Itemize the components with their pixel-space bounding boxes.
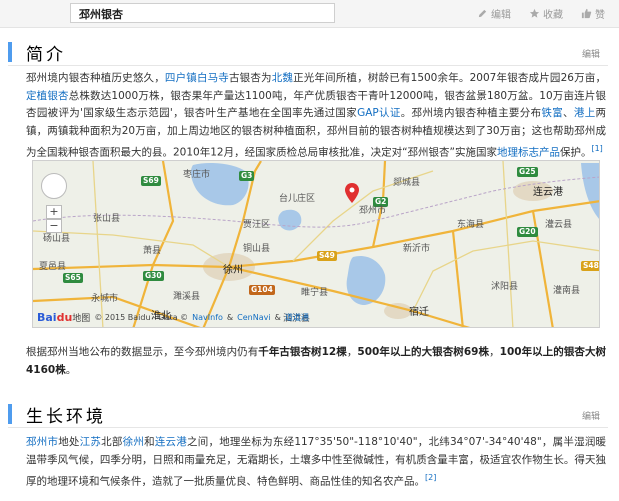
baidu-map-logo[interactable]: Baidu地图 [37, 311, 90, 324]
map-place-label: 沭阳县 [491, 282, 519, 292]
map-place-label: 萧县 [143, 246, 162, 256]
map-place-label: 铜山县 [243, 244, 271, 254]
star-icon [529, 8, 540, 18]
map-place-label: 枣庄市 [183, 170, 211, 180]
section-marker [8, 404, 12, 424]
map-attribution: Baidu地图 © 2015 Baidu - Data © NavInfo & … [37, 311, 309, 324]
intro-paragraph-2: 根据邳州当地公布的数据显示，至今邳州境内仍有千年古银杏树12棵，500年以上的大… [26, 346, 607, 376]
section-divider [8, 65, 608, 66]
map-place-label: 邳州市 [359, 206, 387, 216]
pencil-icon [478, 9, 487, 18]
like-button[interactable]: 赞 [581, 6, 605, 21]
link-gap[interactable]: GAP认证 [357, 107, 401, 119]
map-canvas [33, 161, 599, 327]
top-actions: 编辑 收藏 赞 [477, 6, 605, 21]
section-title: 简介 [26, 45, 66, 65]
map-place-label: 睢宁县 [301, 288, 329, 298]
road-shield: S49 [317, 251, 337, 261]
map-place-label: 新沂市 [403, 244, 431, 254]
map-zoom-in-button[interactable]: + [46, 205, 62, 219]
entry-title[interactable]: 邳州银杏 [70, 3, 335, 23]
section-marker [8, 42, 12, 62]
map-place-label: 永城市 [91, 294, 119, 304]
map-place-label: 夏邑县 [39, 262, 67, 272]
road-shield: G104 [249, 285, 275, 295]
map-place-label: 灌南县 [553, 286, 581, 296]
section-growth-header: 生长环境 编辑 [8, 402, 608, 428]
link-lianyungang[interactable]: 连云港 [155, 436, 187, 448]
thumbs-up-icon [581, 8, 592, 19]
link-pizhou[interactable]: 邳州市 [26, 436, 58, 448]
map-city-label: 宿迁 [409, 307, 429, 318]
favorite-button[interactable]: 收藏 [529, 6, 563, 21]
link-jiangsu[interactable]: 江苏 [80, 436, 101, 448]
map-place-label: 贾汪区 [243, 220, 271, 230]
map-place-label: 台儿庄区 [279, 194, 316, 204]
road-shield: G30 [143, 271, 164, 281]
section-edit-link[interactable]: 编辑 [582, 47, 600, 60]
map-city-label: 徐州 [223, 265, 243, 276]
road-shield: S69 [141, 176, 161, 186]
road-shield: G25 [517, 167, 538, 177]
location-map[interactable]: + − S69 G3 G25 G2 G30 G104 S65 S49 G20 S… [32, 160, 600, 328]
map-place-label: 濉溪县 [173, 292, 201, 302]
map-place-label: 郯城县 [393, 178, 421, 188]
section-intro-header: 简介 编辑 [8, 40, 608, 66]
section-edit-link[interactable]: 编辑 [582, 409, 600, 422]
road-shield: S48 [581, 261, 599, 271]
road-shield: S65 [63, 273, 83, 283]
growth-paragraph: 邳州市地处江苏北部徐州和连云港之间，地理坐标为东经117°35'50"-118°… [26, 436, 607, 488]
map-place-label: 灌云县 [545, 220, 573, 230]
section-title: 生长环境 [26, 407, 106, 427]
map-pan-control[interactable] [41, 173, 67, 199]
top-bar: 邳州银杏 编辑 收藏 赞 [0, 0, 619, 28]
citation-1[interactable]: [1] [591, 144, 602, 153]
location-pin-icon[interactable] [345, 183, 359, 203]
link-dili-biaozhi[interactable]: 地理标志产品 [497, 147, 560, 159]
section-divider [8, 427, 608, 428]
road-shield: G20 [517, 227, 538, 237]
map-city-label: 连云港 [533, 187, 563, 198]
link-beiwei[interactable]: 北魏 [272, 72, 293, 84]
link-yinxing[interactable]: 银杏 [47, 90, 68, 102]
edit-button[interactable]: 编辑 [477, 6, 511, 21]
link-tiefu[interactable]: 铁富 [541, 107, 563, 119]
map-place-label: 张山县 [93, 214, 121, 224]
link-gangshang[interactable]: 港上 [574, 107, 596, 119]
link-xuzhou[interactable]: 徐州 [123, 436, 144, 448]
intro-paragraph-1: 邳州境内银杏种植历史悠久，四户镇白马寺古银杏为北魏正光年间所植，树龄已有1500… [26, 72, 607, 159]
link-dingzhi[interactable]: 定植 [26, 90, 47, 102]
road-shield: G3 [239, 171, 255, 181]
map-place-label: 砀山县 [43, 234, 71, 244]
link-sihu-baimasi[interactable]: 四户镇白马寺 [165, 72, 229, 84]
citation-2[interactable]: [2] [425, 473, 436, 482]
map-place-label: 东海县 [457, 220, 485, 230]
